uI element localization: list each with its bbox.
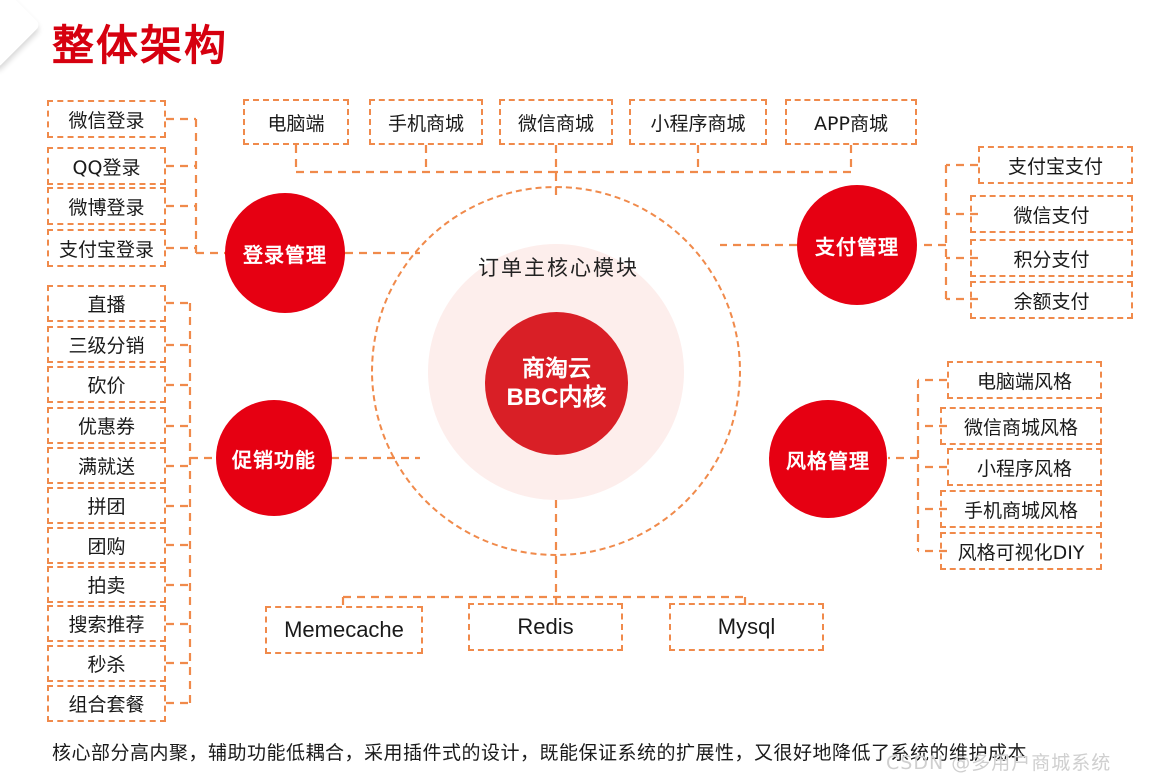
footer-note: 核心部分高内聚，辅助功能低耦合，采用插件式的设计，既能保证系统的扩展性，又很好地… bbox=[52, 742, 1028, 764]
watermark: CSDN @多用户商城系统 bbox=[886, 752, 1112, 774]
payment-method-box-wechat[interactable]: 微信支付 bbox=[970, 195, 1133, 233]
core-outer-label: 订单主核心模块 bbox=[478, 256, 639, 280]
node-style-management[interactable]: 风格管理 bbox=[769, 400, 887, 518]
promotion-feature-label-flashsale: 秒杀 bbox=[87, 654, 126, 676]
payment-method-label-wechat: 微信支付 bbox=[1013, 204, 1090, 227]
promotion-feature-label-gift: 满就送 bbox=[77, 456, 135, 478]
corner-fold-decoration bbox=[0, 0, 41, 69]
channel-box-wechat-mall[interactable]: 微信商城 bbox=[499, 99, 613, 145]
login-method-label-weibo: 微博登录 bbox=[68, 196, 145, 219]
style-option-label-wechat-mall: 微信商城风格 bbox=[963, 416, 1078, 439]
promotion-feature-box-coupon[interactable]: 优惠券 bbox=[47, 407, 166, 444]
storage-box-redis[interactable]: Redis bbox=[468, 603, 623, 651]
channel-label-wechat-mall: 微信商城 bbox=[517, 112, 594, 135]
payment-method-label-balance: 余额支付 bbox=[1013, 290, 1090, 313]
login-method-label-alipay: 支付宝登录 bbox=[58, 238, 154, 261]
node-login-management[interactable]: 登录管理 bbox=[225, 193, 345, 313]
promotion-feature-label-live: 直播 bbox=[87, 294, 126, 316]
core-circle: 商淘云 BBC内核 bbox=[485, 312, 628, 455]
channel-label-mobile-mall: 手机商城 bbox=[387, 112, 464, 135]
storage-label-memecache: Memecache bbox=[284, 617, 404, 642]
promotion-feature-box-live[interactable]: 直播 bbox=[47, 285, 166, 322]
promotion-feature-box-combo[interactable]: 组合套餐 bbox=[47, 685, 166, 722]
promotion-feature-box-bargain[interactable]: 砍价 bbox=[47, 366, 166, 403]
node-promotion-function[interactable]: 促销功能 bbox=[216, 400, 332, 516]
promotion-feature-label-distribution: 三级分销 bbox=[68, 335, 145, 357]
login-method-box-weibo[interactable]: 微博登录 bbox=[47, 187, 166, 225]
promotion-feature-box-search-recommend[interactable]: 搜索推荐 bbox=[47, 605, 166, 642]
style-option-box-mobile-mall[interactable]: 手机商城风格 bbox=[940, 490, 1102, 528]
login-method-box-wechat[interactable]: 微信登录 bbox=[47, 100, 166, 138]
style-option-box-pc[interactable]: 电脑端风格 bbox=[947, 361, 1102, 399]
channel-label-app-mall: APP商城 bbox=[814, 112, 888, 135]
payment-method-label-points: 积分支付 bbox=[1013, 248, 1090, 271]
promotion-feature-box-auction[interactable]: 拍卖 bbox=[47, 566, 166, 603]
login-method-box-qq[interactable]: QQ登录 bbox=[47, 147, 166, 185]
style-option-label-miniprogram: 小程序风格 bbox=[976, 457, 1072, 480]
core-line-1: 商淘云 bbox=[522, 355, 591, 382]
node-payment-management[interactable]: 支付管理 bbox=[797, 185, 917, 305]
promotion-feature-box-flashsale[interactable]: 秒杀 bbox=[47, 645, 166, 682]
node-payment-management-label: 支付管理 bbox=[815, 234, 899, 259]
architecture-diagram: 整体架构 订单主核心模块 商淘云 BBC内核 登录管理 促销功能 支付管理 风格… bbox=[0, 0, 1169, 778]
style-option-box-miniprogram[interactable]: 小程序风格 bbox=[947, 448, 1102, 486]
promotion-feature-label-combo: 组合套餐 bbox=[68, 694, 145, 716]
node-promotion-function-label: 促销功能 bbox=[232, 447, 316, 472]
node-login-management-label: 登录管理 bbox=[243, 242, 327, 267]
login-method-label-wechat: 微信登录 bbox=[68, 109, 145, 132]
payment-method-box-points[interactable]: 积分支付 bbox=[970, 239, 1133, 277]
style-option-label-mobile-mall: 手机商城风格 bbox=[963, 499, 1078, 522]
promotion-feature-label-search-recommend: 搜索推荐 bbox=[68, 614, 145, 636]
promotion-feature-box-gift[interactable]: 满就送 bbox=[47, 447, 166, 484]
channel-box-miniprogram-mall[interactable]: 小程序商城 bbox=[629, 99, 767, 145]
storage-label-mysql: Mysql bbox=[717, 614, 776, 639]
login-method-box-alipay[interactable]: 支付宝登录 bbox=[47, 229, 166, 267]
style-option-label-pc: 电脑端风格 bbox=[976, 370, 1072, 393]
login-method-label-qq: QQ登录 bbox=[72, 156, 141, 179]
storage-box-memecache[interactable]: Memecache bbox=[265, 606, 423, 654]
page-title: 整体架构 bbox=[52, 21, 229, 70]
promotion-feature-box-distribution[interactable]: 三级分销 bbox=[47, 326, 166, 363]
channel-box-app-mall[interactable]: APP商城 bbox=[785, 99, 917, 145]
storage-label-redis: Redis bbox=[517, 614, 574, 639]
style-option-box-visual-diy[interactable]: 风格可视化DIY bbox=[940, 532, 1102, 570]
node-style-management-label: 风格管理 bbox=[786, 448, 870, 473]
payment-method-label-alipay: 支付宝支付 bbox=[1007, 155, 1103, 178]
promotion-feature-box-groupbuy-team[interactable]: 拼团 bbox=[47, 487, 166, 524]
promotion-feature-label-groupon: 团购 bbox=[87, 536, 126, 558]
promotion-feature-box-groupon[interactable]: 团购 bbox=[47, 527, 166, 564]
promotion-feature-label-auction: 拍卖 bbox=[87, 575, 126, 597]
style-option-label-visual-diy: 风格可视化DIY bbox=[957, 541, 1085, 564]
style-option-box-wechat-mall[interactable]: 微信商城风格 bbox=[940, 407, 1102, 445]
promotion-feature-label-coupon: 优惠券 bbox=[77, 416, 135, 438]
channel-box-pc[interactable]: 电脑端 bbox=[243, 99, 349, 145]
storage-box-mysql[interactable]: Mysql bbox=[669, 603, 824, 651]
promotion-feature-label-bargain: 砍价 bbox=[87, 375, 126, 397]
channel-label-pc: 电脑端 bbox=[267, 112, 325, 135]
payment-method-box-balance[interactable]: 余额支付 bbox=[970, 281, 1133, 319]
core-line-2: BBC内核 bbox=[506, 383, 607, 411]
payment-method-box-alipay[interactable]: 支付宝支付 bbox=[978, 146, 1133, 184]
channel-box-mobile-mall[interactable]: 手机商城 bbox=[369, 99, 483, 145]
channel-label-miniprogram-mall: 小程序商城 bbox=[650, 112, 746, 135]
promotion-feature-label-groupbuy-team: 拼团 bbox=[87, 496, 126, 518]
